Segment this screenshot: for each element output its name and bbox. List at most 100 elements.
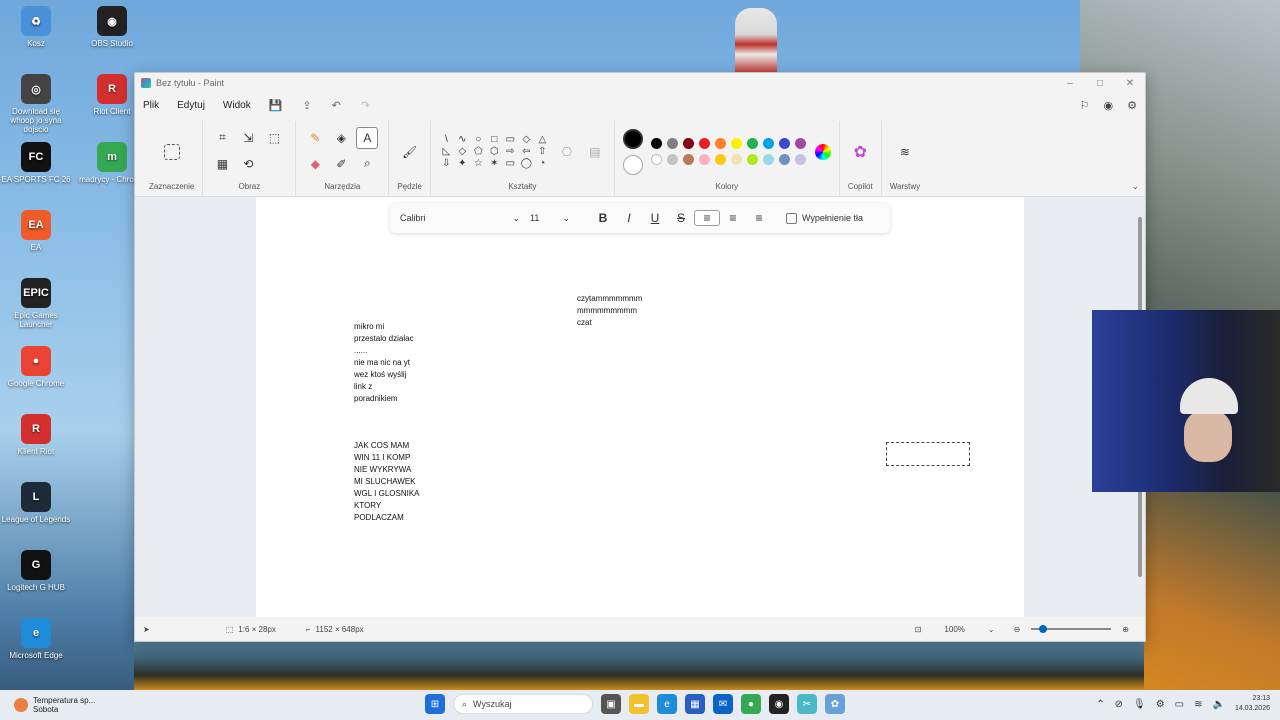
- shape-tool-icon[interactable]: ⇩: [439, 158, 454, 169]
- account-icon[interactable]: ◉: [1104, 99, 1114, 112]
- color-swatch[interactable]: [682, 137, 694, 149]
- menu-view[interactable]: Widok: [223, 100, 251, 111]
- layers-icon[interactable]: ≋: [894, 141, 916, 163]
- color-swatch[interactable]: [698, 137, 710, 149]
- text-selection-box[interactable]: [886, 442, 970, 466]
- clock[interactable]: 23:13 14.03.2026: [1235, 694, 1270, 714]
- color-swatch[interactable]: [746, 153, 758, 165]
- color-swatch[interactable]: [698, 153, 710, 165]
- image-generator-icon[interactable]: ⬚: [263, 127, 285, 149]
- desktop-icon[interactable]: ● Google Chrome: [0, 346, 72, 388]
- zoom-in-icon[interactable]: ⊕: [1122, 625, 1129, 634]
- save-icon[interactable]: 💾: [269, 99, 283, 112]
- color-swatch[interactable]: [666, 137, 678, 149]
- desktop-icon[interactable]: e Microsoft Edge: [0, 618, 72, 660]
- shape-tool-icon[interactable]: ◇: [455, 146, 470, 157]
- shape-tool-icon[interactable]: ⇧: [535, 146, 550, 157]
- image-extra-icon[interactable]: [263, 153, 285, 175]
- color-swatch[interactable]: [650, 153, 662, 165]
- color-swatch[interactable]: [682, 153, 694, 165]
- feedback-icon[interactable]: ⚐: [1080, 99, 1090, 112]
- maximize-button[interactable]: □: [1085, 78, 1115, 89]
- color-swatch[interactable]: [778, 153, 790, 165]
- eraser-icon[interactable]: ◆: [304, 153, 326, 175]
- zoom-out-icon[interactable]: ⊖: [1014, 625, 1021, 634]
- desktop-icon[interactable]: EA EA: [0, 210, 72, 252]
- shape-tool-icon[interactable]: ◔: [535, 158, 550, 169]
- shape-tool-icon[interactable]: ⬡: [487, 146, 502, 157]
- remove-background-icon[interactable]: ▦: [211, 153, 233, 175]
- tray-monitor-icon[interactable]: ▭: [1175, 699, 1184, 710]
- color-swatch[interactable]: [794, 137, 806, 149]
- color-swatch[interactable]: [730, 153, 742, 165]
- desktop-icon[interactable]: ◎ Download się whoop jo syna dojscio: [0, 74, 72, 134]
- magnifier-icon[interactable]: ⌕: [356, 153, 378, 175]
- shape-tool-icon[interactable]: ✶: [487, 158, 502, 169]
- outline-icon[interactable]: ⎔: [556, 141, 578, 163]
- shape-tool-icon[interactable]: ✦: [455, 158, 470, 169]
- shape-tool-icon[interactable]: □: [487, 134, 502, 145]
- text-tool-icon[interactable]: A: [356, 126, 379, 149]
- ribbon-expand-icon[interactable]: ⌄: [1131, 181, 1139, 196]
- italic-button[interactable]: I: [616, 211, 642, 225]
- copilot-icon[interactable]: ✿: [849, 141, 871, 163]
- tray-settings-icon[interactable]: ⚙: [1156, 699, 1165, 710]
- fit-screen-icon[interactable]: ⊡: [915, 625, 922, 634]
- primary-color-swatch[interactable]: [622, 128, 643, 149]
- shape-tool-icon[interactable]: ◺: [439, 146, 454, 157]
- zoom-level[interactable]: 100%: [944, 625, 964, 634]
- color-swatch[interactable]: [762, 137, 774, 149]
- align-right-icon[interactable]: ≡: [746, 211, 772, 225]
- taskbar-search[interactable]: ⌕ Wyszukaj: [453, 694, 593, 714]
- settings-gear-icon[interactable]: ⚙: [1127, 99, 1137, 112]
- color-swatch[interactable]: [714, 153, 726, 165]
- desktop-icon[interactable]: L League of Legends: [0, 482, 72, 524]
- redo-icon[interactable]: ↷: [361, 99, 370, 112]
- desktop-icon[interactable]: G Logitech G HUB: [0, 550, 72, 592]
- shape-tool-icon[interactable]: ◇: [519, 134, 534, 145]
- color-swatch[interactable]: [746, 137, 758, 149]
- chrome-icon[interactable]: ●: [741, 694, 761, 714]
- font-size-select[interactable]: 11 ⌄: [530, 213, 570, 224]
- bold-button[interactable]: B: [590, 211, 616, 225]
- color-swatch[interactable]: [778, 137, 790, 149]
- shape-tool-icon[interactable]: \: [439, 134, 454, 145]
- shape-tool-icon[interactable]: ◯: [519, 158, 534, 169]
- shape-tool-icon[interactable]: ▭: [503, 158, 518, 169]
- desktop-icon[interactable]: ◉ OBS Studio: [76, 6, 148, 48]
- pencil-icon[interactable]: ✎: [304, 127, 326, 149]
- color-swatch[interactable]: [666, 153, 678, 165]
- tray-chevron-up-icon[interactable]: ⌃: [1096, 699, 1104, 710]
- shape-tool-icon[interactable]: ☆: [471, 158, 486, 169]
- start-windows-icon[interactable]: ⊞: [425, 694, 445, 714]
- tray-wifi-icon[interactable]: ≋: [1194, 699, 1202, 710]
- drawing-canvas[interactable]: czytammmmmmm mmmmmmmmm czat mikro mi prz…: [256, 197, 1024, 617]
- snipping-icon[interactable]: ✂: [797, 694, 817, 714]
- shape-tool-icon[interactable]: △: [535, 134, 550, 145]
- chevron-down-icon[interactable]: ⌄: [988, 625, 995, 634]
- zoom-slider[interactable]: [1031, 625, 1112, 633]
- font-family-select[interactable]: Calibri ⌄: [400, 213, 520, 224]
- share-icon[interactable]: ⇪: [302, 99, 311, 112]
- shape-tool-icon[interactable]: ⬠: [471, 146, 486, 157]
- shape-fill-icon[interactable]: ▤: [584, 141, 606, 163]
- shape-tool-icon[interactable]: ○: [471, 134, 486, 145]
- tray-volume-icon[interactable]: 🔈: [1213, 699, 1225, 710]
- shape-tool-icon[interactable]: ⇨: [503, 146, 518, 157]
- desktop-icon[interactable]: EPIC Epic Games Launcher: [0, 278, 72, 329]
- weather-widget[interactable]: Temperatura sp... Sobota: [0, 696, 95, 714]
- resize-icon[interactable]: ⇲: [237, 127, 259, 149]
- color-swatch[interactable]: [762, 153, 774, 165]
- rotate-icon[interactable]: ⟲: [237, 153, 259, 175]
- shape-tool-icon[interactable]: ∿: [455, 134, 470, 145]
- tray-network-off-icon[interactable]: ⊘: [1115, 699, 1123, 710]
- desktop-icon[interactable]: R Klient Riot: [0, 414, 72, 456]
- color-picker-icon[interactable]: ✐: [330, 153, 352, 175]
- color-swatch[interactable]: [714, 137, 726, 149]
- align-left-icon[interactable]: ≡: [694, 210, 720, 226]
- crop-icon[interactable]: ⌗: [211, 127, 233, 149]
- obs-icon[interactable]: ◉: [769, 694, 789, 714]
- menu-edit[interactable]: Edytuj: [177, 100, 205, 111]
- color-swatch[interactable]: [730, 137, 742, 149]
- undo-icon[interactable]: ↶: [332, 99, 341, 112]
